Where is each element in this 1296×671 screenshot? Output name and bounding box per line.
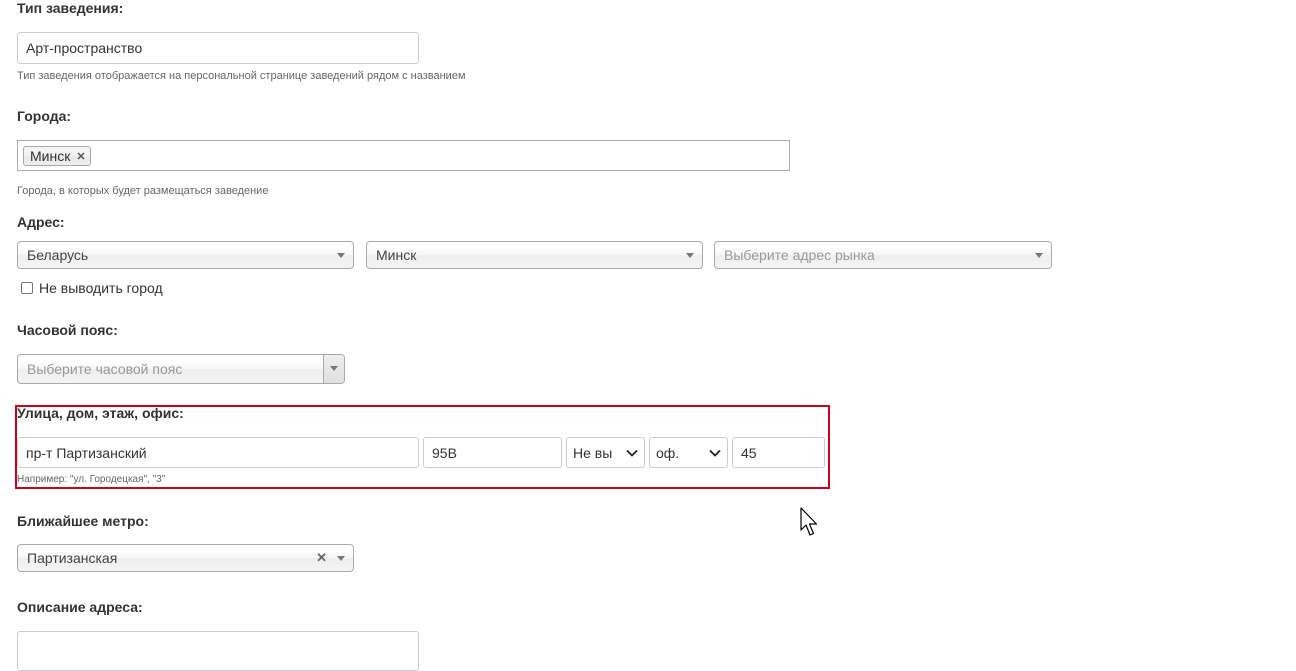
timezone-select[interactable]: Выберите часовой пояс [17,354,345,384]
address-description-label: Описание адреса: [17,599,143,615]
hide-city-checkbox[interactable] [21,282,33,294]
address-label: Адрес: [17,214,65,230]
country-select[interactable]: Беларусь [17,241,354,269]
chevron-down-icon [626,449,638,457]
metro-label: Ближайшее метро: [17,513,149,529]
mouse-cursor-icon [800,507,818,536]
cities-label: Города: [17,108,72,124]
timezone-label: Часовой пояс: [17,322,118,338]
venue-type-hint: Тип заведения отображается на персональн… [17,70,466,82]
office-type-value: оф. [656,444,680,461]
dropdown-arrow-icon [686,253,694,258]
house-input[interactable]: 95В [423,437,562,468]
street-label: Улица, дом, этаж, офис: [17,405,184,421]
venue-type-label: Тип заведения: [17,0,124,16]
market-address-select[interactable]: Выберите адрес рынка [714,241,1052,269]
cities-hint: Города, в которых будет размещаться заве… [17,185,269,197]
dropdown-arrow-icon [330,366,338,371]
metro-value: Партизанская [27,550,118,566]
street-hint: Например: "ул. Городецкая", "3" [17,474,166,485]
city-tag-label: Минск [30,148,71,164]
street-value: пр-т Партизанский [26,444,147,461]
hide-city-row: Не выводить город [21,280,163,296]
timezone-arrow-button[interactable] [323,355,344,383]
street-input[interactable]: пр-т Партизанский [17,437,419,468]
market-address-placeholder: Выберите адрес рынка [724,247,875,263]
hide-city-label: Не выводить город [39,280,163,296]
clear-icon[interactable]: ✕ [316,550,327,566]
office-input[interactable]: 45 [732,437,825,468]
floor-select-value: Не вы [573,444,613,461]
city-tag: Минск ✕ [23,146,91,166]
dropdown-arrow-icon [337,556,345,561]
city-value: Минск [376,247,417,263]
remove-tag-icon[interactable]: ✕ [76,150,85,163]
cities-multiselect[interactable]: Минск ✕ [17,140,790,171]
metro-select[interactable]: Партизанская ✕ [17,544,354,572]
timezone-placeholder: Выберите часовой пояс [27,361,183,377]
chevron-down-icon [709,449,721,457]
city-select[interactable]: Минск [366,241,703,269]
country-value: Беларусь [27,247,89,263]
office-type-select[interactable]: оф. [649,437,728,468]
dropdown-arrow-icon [337,253,345,258]
venue-type-input[interactable]: Арт-пространство [17,32,419,64]
floor-select[interactable]: Не вы [566,437,645,468]
house-value: 95В [432,444,457,461]
venue-type-value: Арт-пространство [26,40,143,56]
address-description-textarea[interactable] [17,631,419,671]
dropdown-arrow-icon [1035,253,1043,258]
office-value: 45 [741,444,757,461]
